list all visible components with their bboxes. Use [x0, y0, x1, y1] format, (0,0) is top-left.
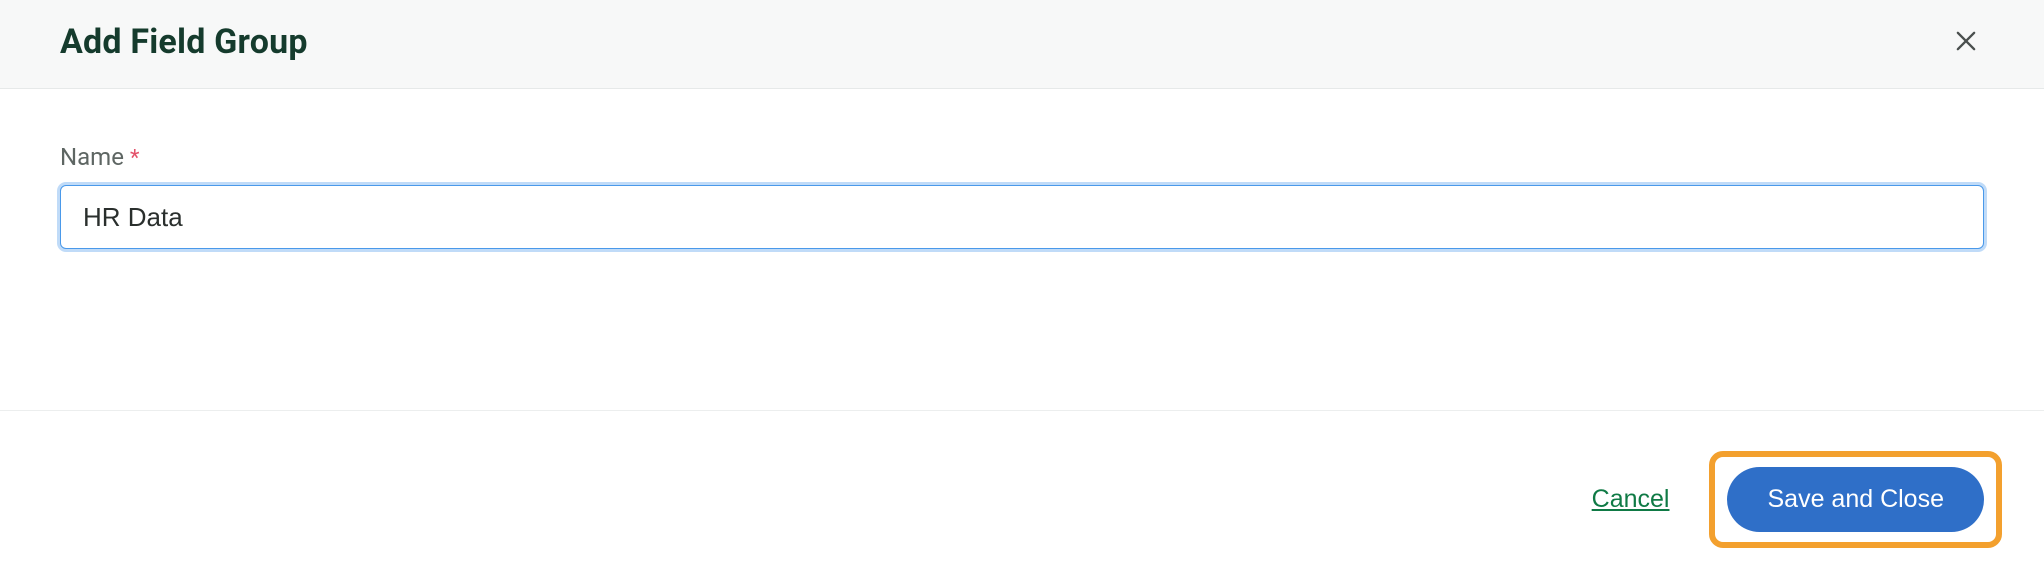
save-and-close-button[interactable]: Save and Close: [1727, 467, 1984, 532]
name-field-label: Name: [60, 143, 124, 171]
required-indicator: *: [130, 148, 139, 170]
name-field-label-row: Name *: [60, 143, 1984, 171]
dialog-footer: Cancel Save and Close: [0, 410, 2044, 588]
close-icon: [1952, 27, 1980, 58]
save-button-highlight: Save and Close: [1709, 451, 2002, 548]
cancel-button[interactable]: Cancel: [1582, 479, 1680, 520]
name-field-row: Name *: [60, 143, 1984, 249]
name-input[interactable]: [60, 185, 1984, 249]
dialog-title: Add Field Group: [60, 22, 308, 62]
close-button[interactable]: [1948, 23, 1984, 62]
dialog-header: Add Field Group: [0, 0, 2044, 89]
dialog-body: Name *: [0, 89, 2044, 410]
add-field-group-dialog: Add Field Group Name * Cancel Save and C…: [0, 0, 2044, 588]
